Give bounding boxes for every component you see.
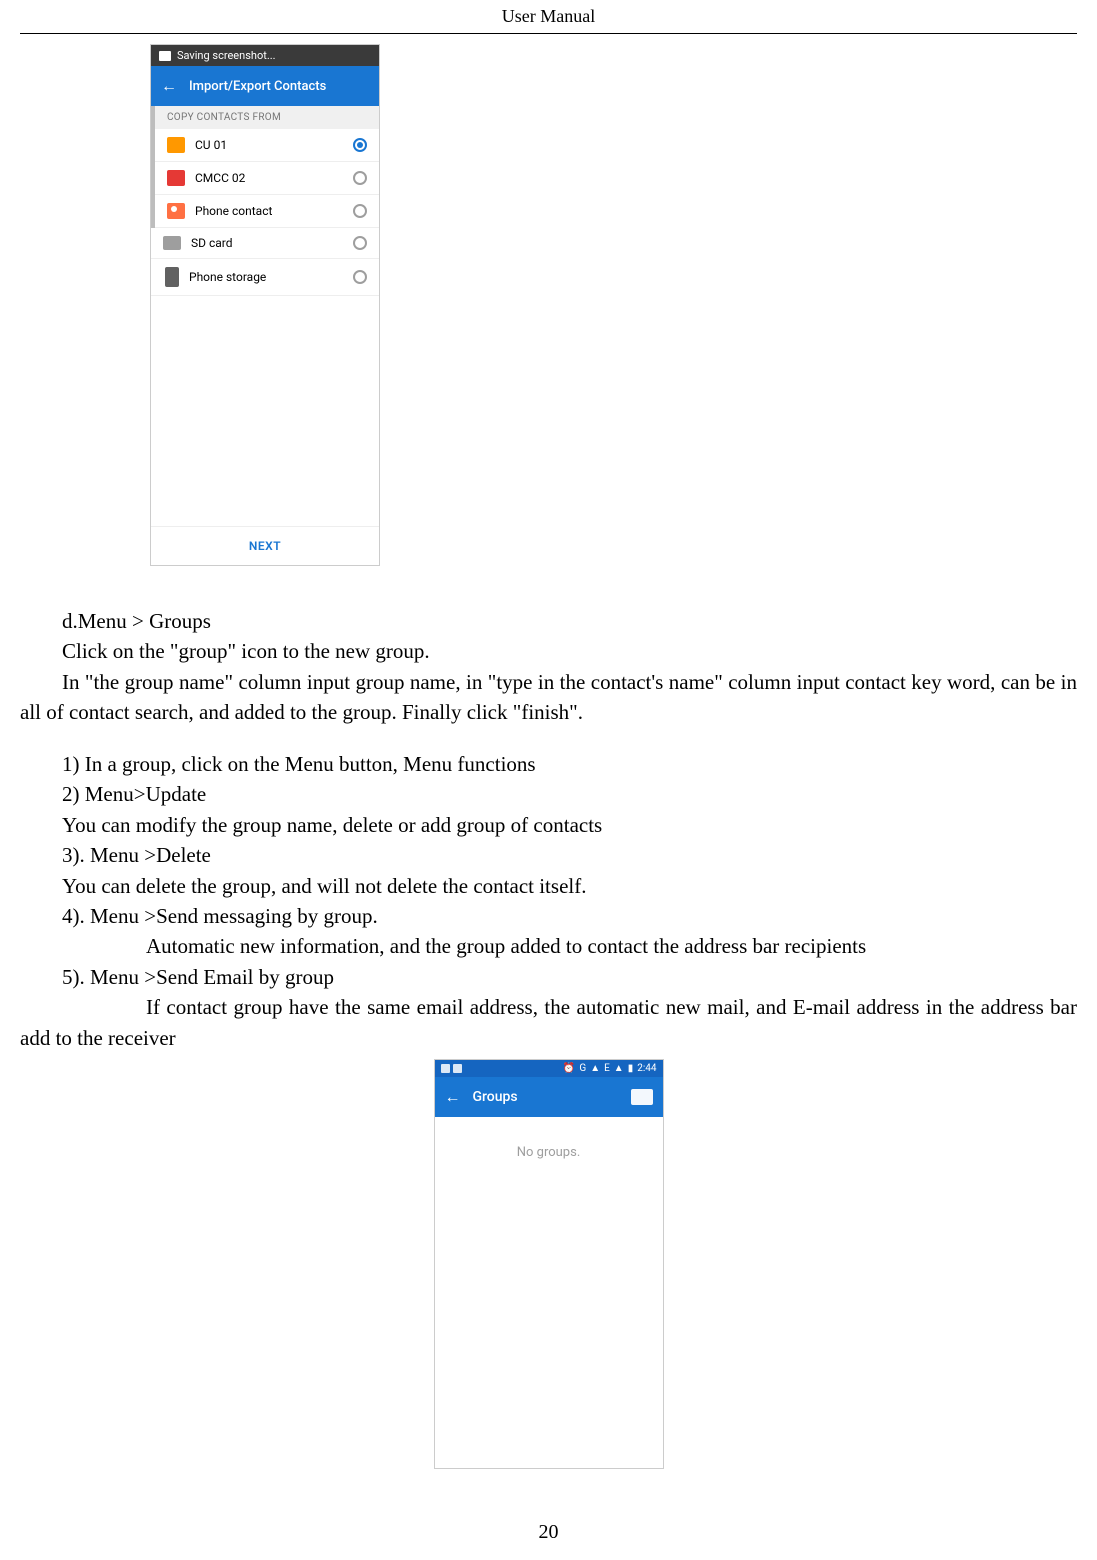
copy-source-item-cu01[interactable]: CU 01 (155, 129, 379, 162)
radio-icon[interactable] (353, 204, 367, 218)
list-item-2-body: You can modify the group name, delete or… (20, 810, 1077, 840)
phone-storage-icon (165, 267, 179, 287)
sim-icon (167, 137, 185, 153)
list-item-5: 5). Menu >Send Email by group (20, 962, 1077, 992)
status-time: 2:44 (637, 1063, 656, 1074)
screenshot-groups: ⏰ G ▲ E ▲ ▮ 2:44 ← Groups No groups. (20, 1059, 1077, 1469)
radio-icon[interactable] (353, 171, 367, 185)
list-item-label: SD card (191, 236, 233, 250)
list-item-label: CMCC 02 (195, 171, 245, 185)
paragraph: Click on the "group" icon to the new gro… (20, 636, 1077, 666)
heading-d-menu-groups: d.Menu > Groups (20, 606, 1077, 636)
contact-icon (167, 203, 185, 219)
list-item-label: Phone contact (195, 204, 272, 218)
blank-area (151, 296, 379, 526)
status-banner-text: Saving screenshot... (177, 49, 276, 62)
list-item-label: Phone storage (189, 270, 266, 284)
signal-icon: ▲ (590, 1063, 600, 1074)
status-bar: ⏰ G ▲ E ▲ ▮ 2:44 (435, 1060, 663, 1077)
list-item-3-body: You can delete the group, and will not d… (20, 871, 1077, 901)
header-text: User Manual (502, 6, 595, 26)
copy-source-item-sd-card[interactable]: SD card (151, 228, 379, 259)
radio-icon[interactable] (353, 270, 367, 284)
app-bar-title: Import/Export Contacts (189, 79, 326, 94)
app-bar: ← Import/Export Contacts (151, 66, 379, 106)
list-item-5-body: If contact group have the same email add… (20, 992, 1077, 1053)
image-icon (159, 51, 171, 61)
signal-icon: ▲ (614, 1063, 624, 1074)
next-button[interactable]: NEXT (151, 526, 379, 565)
status-banner: Saving screenshot... (151, 45, 379, 66)
section-header: COPY CONTACTS FROM (151, 106, 379, 129)
app-bar-title: Groups (473, 1089, 518, 1105)
sd-icon (163, 236, 181, 250)
status-signal: E (604, 1063, 610, 1074)
sim-icon (167, 170, 185, 186)
radio-selected-icon[interactable] (353, 138, 367, 152)
add-group-icon[interactable] (631, 1089, 653, 1105)
list-item-4: 4). Menu >Send messaging by group. (20, 901, 1077, 931)
no-groups-text: No groups. (435, 1117, 663, 1188)
list-item-3: 3). Menu >Delete (20, 840, 1077, 870)
status-icon (441, 1064, 450, 1073)
screenshot-import-export: Saving screenshot... ← Import/Export Con… (150, 44, 1077, 566)
alarm-icon: ⏰ (563, 1063, 575, 1074)
list-item-label: CU 01 (195, 138, 227, 152)
list-item-2: 2) Menu>Update (20, 779, 1077, 809)
blank-area (435, 1188, 663, 1468)
back-icon[interactable]: ← (161, 76, 177, 96)
list-item-1: 1) In a group, click on the Menu button,… (20, 749, 1077, 779)
copy-source-item-phone-storage[interactable]: Phone storage (151, 259, 379, 296)
status-icon (453, 1064, 462, 1073)
paragraph: In "the group name" column input group n… (20, 667, 1077, 728)
body-text: d.Menu > Groups Click on the "group" ico… (20, 606, 1077, 1053)
list-item-4-body: Automatic new information, and the group… (20, 931, 1077, 961)
back-icon[interactable]: ← (445, 1087, 461, 1107)
radio-icon[interactable] (353, 236, 367, 250)
copy-source-item-cmcc02[interactable]: CMCC 02 (155, 162, 379, 195)
battery-icon: ▮ (628, 1063, 634, 1074)
app-bar: ← Groups (435, 1077, 663, 1117)
page-header: User Manual (20, 0, 1077, 34)
page-number: 20 (0, 1509, 1097, 1560)
copy-source-item-phone-contact[interactable]: Phone contact (155, 195, 379, 228)
status-network: G (579, 1063, 586, 1074)
